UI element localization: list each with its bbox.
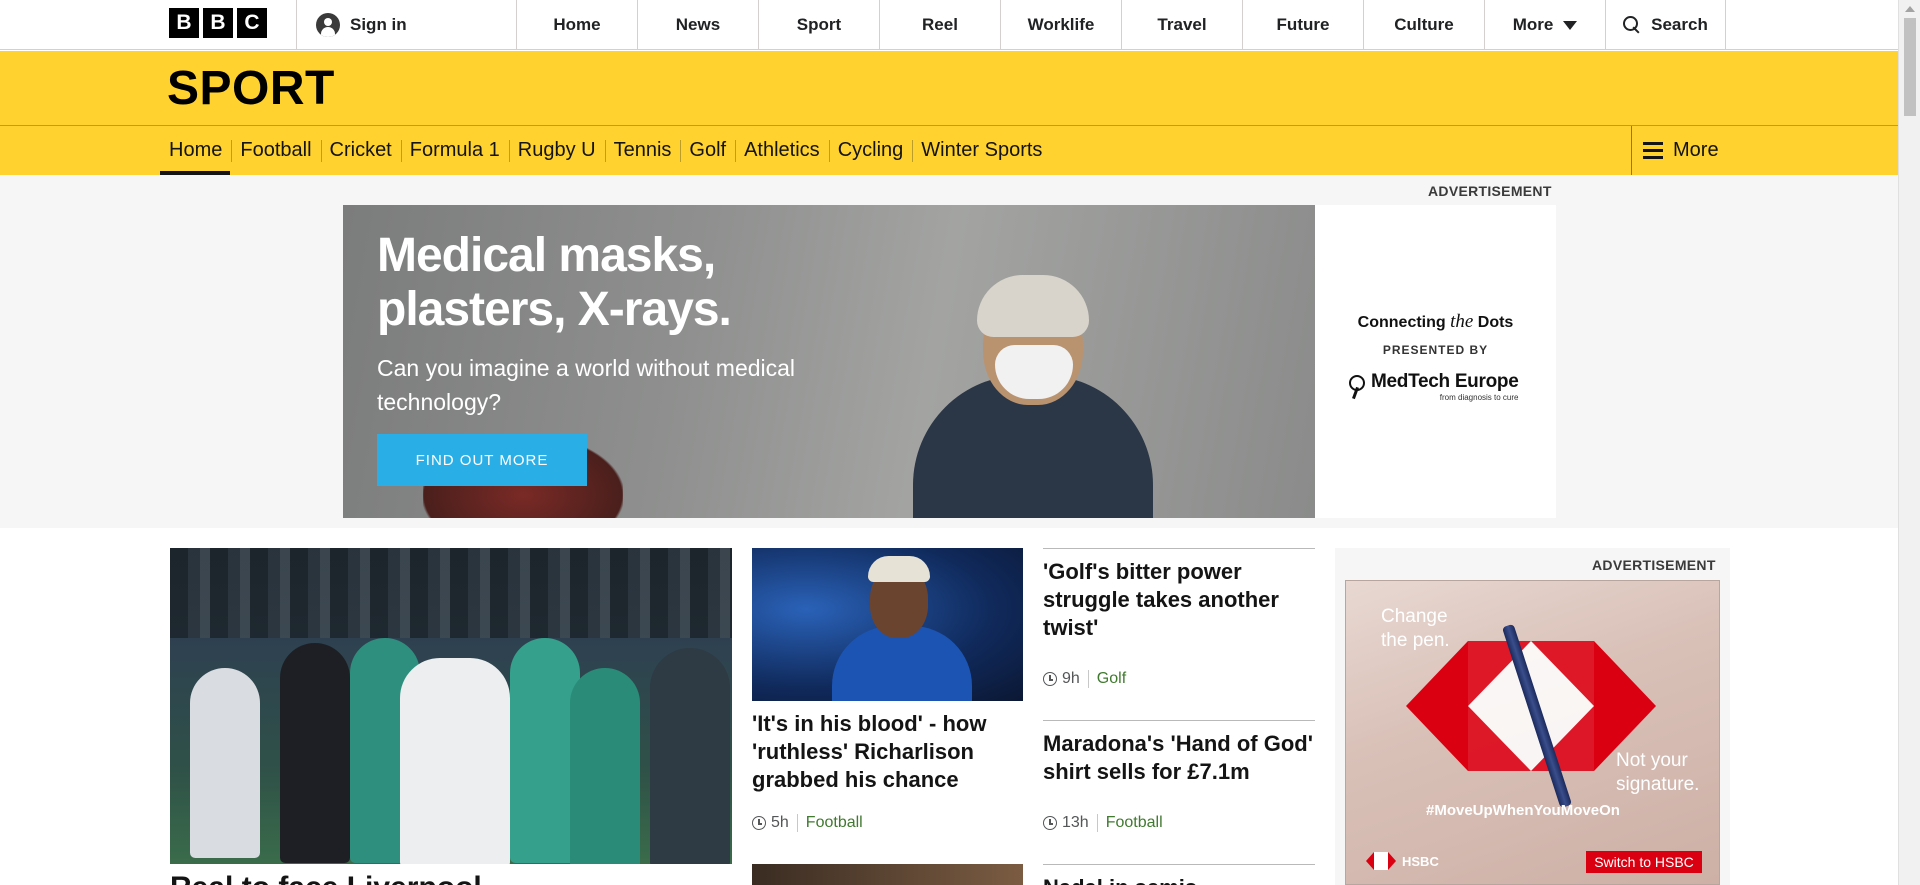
story-headline-next[interactable]: Nadal in semis [1043,874,1315,885]
nav-item-home[interactable]: Home [516,0,637,50]
switch-to-hsbc-button[interactable]: Switch to HSBC [1586,851,1702,873]
advert-subtext: Can you imagine a world without medical … [377,355,796,415]
presented-by-label: PRESENTED BY [1382,343,1489,357]
advert-campaign-title: Connecting the Dots [1357,311,1514,332]
clock-icon [752,816,766,830]
sport-nav-rugby-u[interactable]: Rugby U [508,126,605,175]
medtech-name: MedTech Europe [1371,371,1519,392]
sport-header: SPORT Home Football Cricket Formula 1 Ru… [0,51,1898,175]
bbc-logo[interactable]: B B C [169,8,267,38]
story-meta-golf: 9h Golf [1043,670,1126,688]
vertical-scrollbar[interactable] [1898,0,1920,885]
story-meta-maradona: 13h Football [1043,814,1163,832]
sport-nav-home[interactable]: Home [160,126,231,175]
caret-down-icon [1563,20,1578,30]
sport-nav: Home Football Cricket Formula 1 Rugby U … [160,126,1051,175]
story-headline-richarlison[interactable]: 'It's in his blood' - how 'ruthless' Ric… [752,710,1023,794]
nav-more-button[interactable]: More [1484,0,1605,50]
nav-item-culture[interactable]: Culture [1363,0,1484,50]
page: B B C Sign in Home News Sport Reel Workl… [0,0,1920,885]
user-icon [316,13,340,37]
search-icon [1623,16,1641,34]
medtech-logo: MedTech Europe from diagnosis to cure [1347,371,1519,402]
menu-icon [1643,142,1663,159]
lead-story-image[interactable] [170,548,732,864]
sport-nav-athletics[interactable]: Athletics [735,126,829,175]
story-section-link[interactable]: Football [806,814,863,832]
sign-in-link[interactable]: Sign in [296,0,516,50]
sport-nav-cricket[interactable]: Cricket [320,126,401,175]
search-label: Search [1651,15,1708,34]
bbc-global-nav: B B C Sign in Home News Sport Reel Workl… [0,0,1898,50]
sport-nav-cycling[interactable]: Cycling [828,126,913,175]
advert-text-signature: Not your signature. [1616,750,1700,795]
advert-image-person [903,265,1163,518]
bbc-logo-letter: C [237,8,267,38]
sport-title[interactable]: SPORT [167,61,335,116]
sport-more-button[interactable]: More [1631,126,1721,175]
hsbc-advert[interactable]: Change the pen. Not your signature. #Mov… [1345,580,1720,885]
advert-text-change: Change the pen. [1381,606,1450,651]
sport-more-label: More [1673,139,1719,161]
sign-in-label: Sign in [350,15,407,34]
advert-headline: Medical masks, plasters, X-rays. [377,229,732,336]
story-meta-richarlison: 5h Football [752,814,863,832]
nav-item-worklife[interactable]: Worklife [1000,0,1121,50]
scrollbar-thumb[interactable] [1904,18,1916,116]
nav-item-travel[interactable]: Travel [1121,0,1242,50]
bbc-logo-letter: B [203,8,233,38]
story-time: 9h [1062,670,1080,687]
advert-label: ADVERTISEMENT [1428,183,1552,199]
medtech-advert-side[interactable]: Connecting the Dots PRESENTED BY MedTech… [1315,205,1556,518]
story-time: 5h [771,814,789,831]
divider [1043,548,1315,549]
hsbc-brand: HSBC [1402,853,1439,869]
sport-nav-winter-sports[interactable]: Winter Sports [912,126,1051,175]
clock-icon [1043,672,1057,686]
story-image-next[interactable] [752,864,1023,885]
divider [1043,864,1315,865]
story-section-link[interactable]: Football [1106,814,1163,832]
advert-hashtag: #MoveUpWhenYouMoveOn [1426,802,1620,819]
story-section-link[interactable]: Golf [1097,670,1126,688]
medtech-advert-banner[interactable]: Medical masks, plasters, X-rays. Can you… [343,205,1315,518]
sport-nav-golf[interactable]: Golf [680,126,735,175]
advert-label: ADVERTISEMENT [1592,557,1716,573]
nav-more-label: More [1512,15,1554,34]
bbc-nav-list: Home News Sport Reel Worklife Travel Fut… [516,0,1726,50]
nav-item-news[interactable]: News [637,0,758,50]
sport-nav-football[interactable]: Football [231,126,320,175]
divider [1043,720,1315,721]
nav-item-reel[interactable]: Reel [879,0,1000,50]
sport-nav-tennis[interactable]: Tennis [604,126,681,175]
clock-icon [1043,816,1057,830]
story-image-richarlison[interactable] [752,548,1023,701]
hsbc-hexagon-icon [1366,852,1396,870]
find-out-more-button[interactable]: FIND OUT MORE [377,434,587,486]
bbc-logo-letter: B [169,8,199,38]
hsbc-logo: HSBC [1366,852,1439,870]
medtech-tagline: from diagnosis to cure [1439,393,1519,402]
search-button[interactable]: Search [1605,0,1726,50]
nav-item-sport[interactable]: Sport [758,0,879,50]
medtech-mark-icon [1347,374,1365,399]
story-headline-golf[interactable]: 'Golf's bitter power struggle takes anot… [1043,558,1315,642]
lead-story-headline[interactable]: Real to face Liverpool [170,872,732,885]
story-headline-maradona[interactable]: Maradona's 'Hand of God' shirt sells for… [1043,730,1315,786]
sport-nav-formula-1[interactable]: Formula 1 [400,126,509,175]
story-time: 13h [1062,814,1089,831]
scroll-up-arrow-icon[interactable] [1905,6,1915,12]
nav-item-future[interactable]: Future [1242,0,1363,50]
